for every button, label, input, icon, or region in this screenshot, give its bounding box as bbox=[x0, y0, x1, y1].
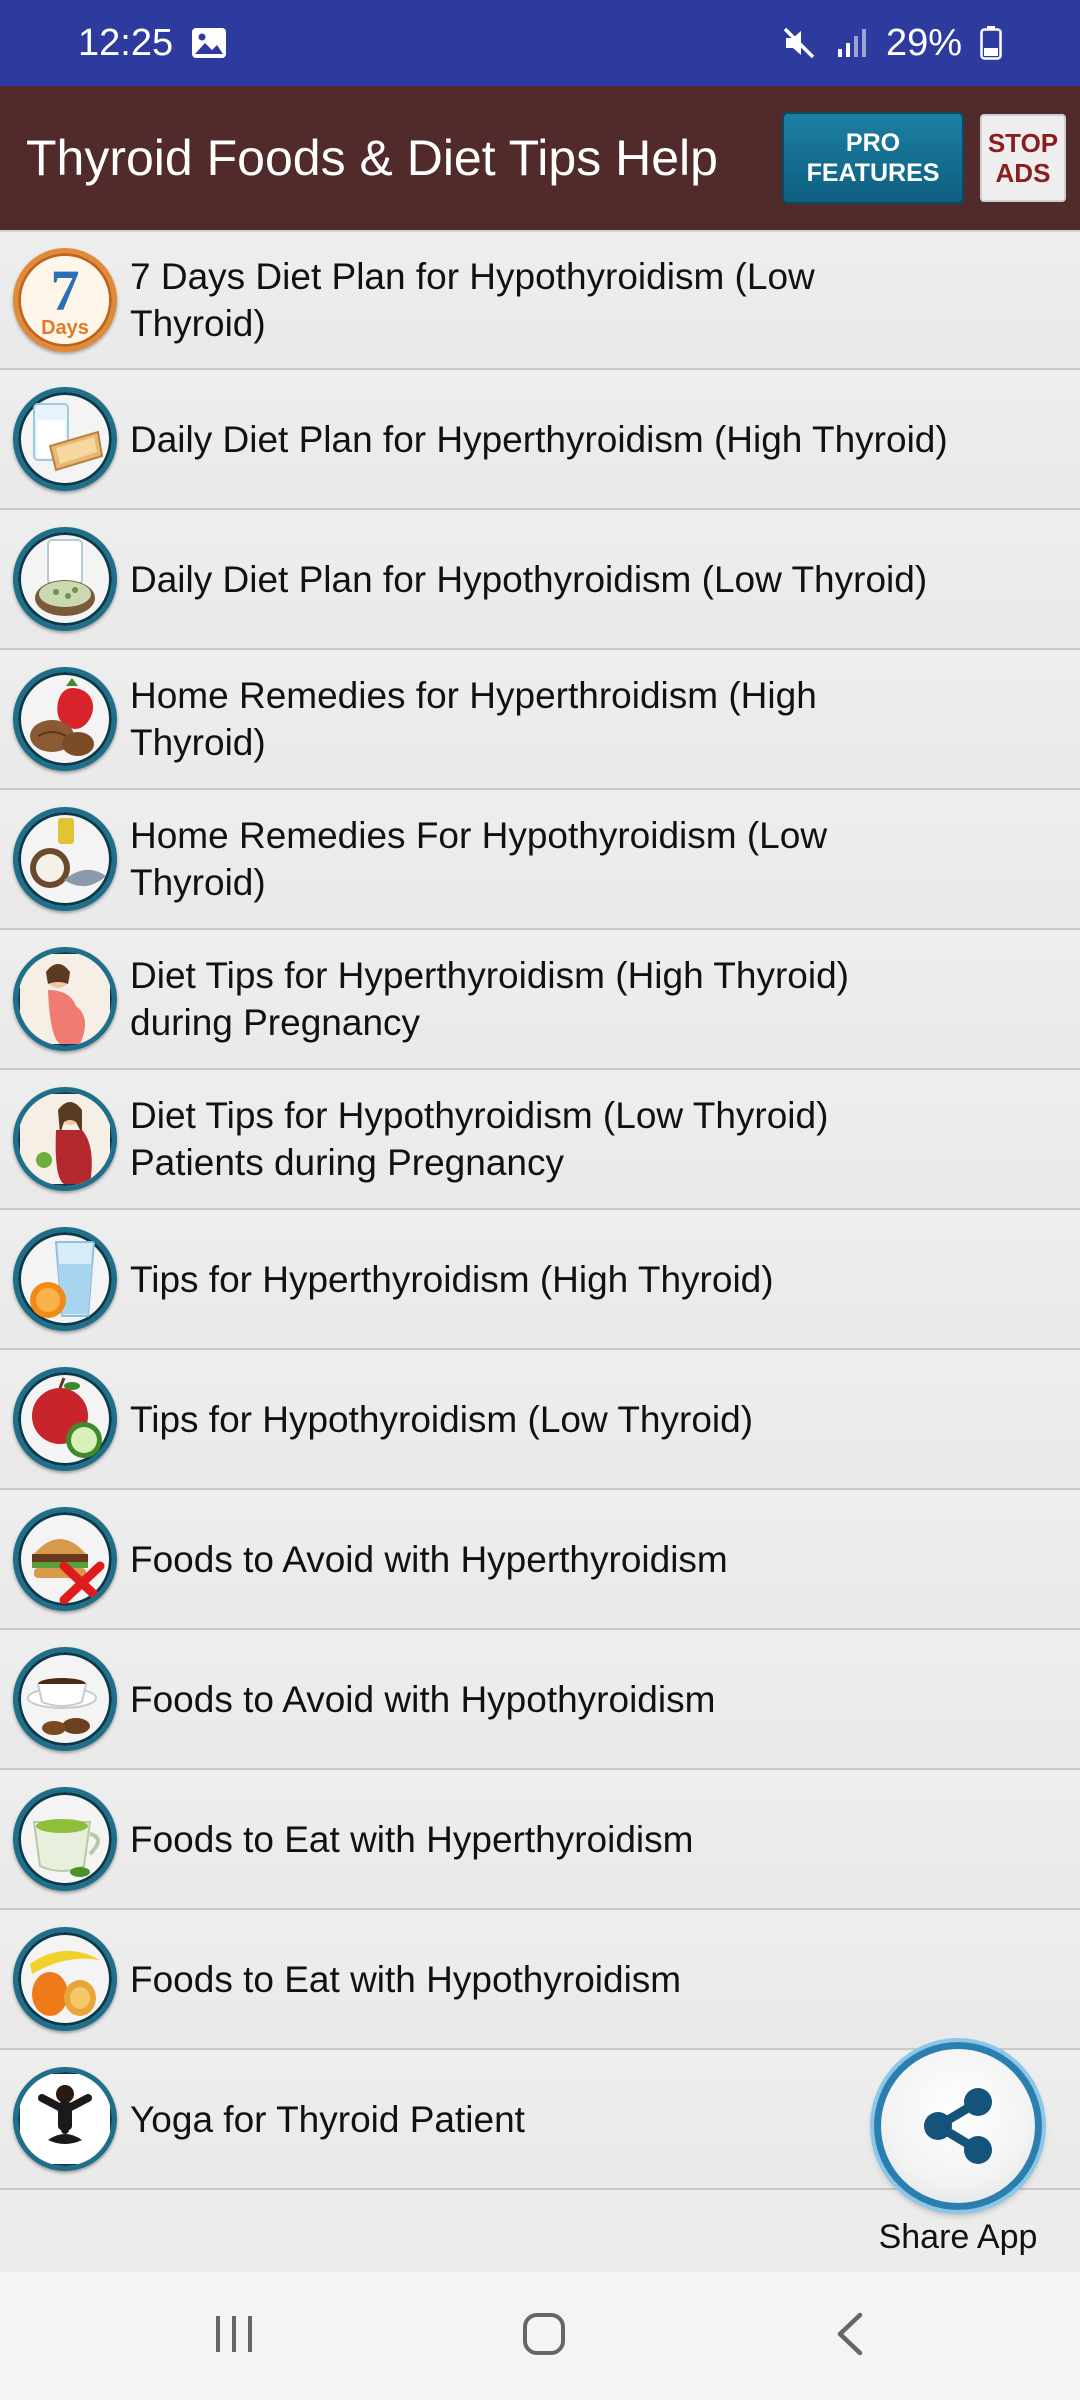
system-nav-bar bbox=[0, 2272, 1080, 2400]
status-left: 12:25 bbox=[78, 22, 227, 65]
list-item-label: Home Remedies For Hypothyroidism (Low Th… bbox=[130, 815, 828, 903]
calendar-number: 7 bbox=[51, 258, 80, 323]
coconut-oil-fish-icon bbox=[13, 807, 117, 911]
topic-list: 7 Days 7 Days Diet Plan for Hypothyroidi… bbox=[0, 230, 1080, 2190]
list-item[interactable]: Foods to Avoid with Hypothyroidism bbox=[0, 1630, 1080, 1770]
status-time: 12:25 bbox=[78, 21, 174, 64]
list-item[interactable]: Foods to Eat with Hyperthyroidism bbox=[0, 1770, 1080, 1910]
share-app-label: Share App bbox=[878, 2218, 1038, 2256]
list-item[interactable]: Tips for Hyperthyroidism (High Thyroid) bbox=[0, 1210, 1080, 1350]
strawberry-walnut-icon bbox=[13, 667, 117, 771]
list-item-label: Tips for Hyperthyroidism (High Thyroid) bbox=[130, 1258, 774, 1300]
list-item-label: Home Remedies for Hyperthroidism (High T… bbox=[130, 675, 817, 763]
status-right: 29% bbox=[782, 22, 1002, 65]
coffee-avoid-icon bbox=[13, 1647, 117, 1751]
list-item-label: Tips for Hypothyroidism (Low Thyroid) bbox=[130, 1398, 754, 1440]
list-item-label: Daily Diet Plan for Hyperthyroidism (Hig… bbox=[130, 418, 948, 460]
list-item[interactable]: Daily Diet Plan for Hypothyroidism (Low … bbox=[0, 510, 1080, 650]
apple-cucumber-icon bbox=[13, 1367, 117, 1471]
list-item-label: Diet Tips for Hyperthyroidism (High Thyr… bbox=[130, 955, 849, 1043]
list-item-label: Foods to Eat with Hypothyroidism bbox=[130, 1958, 682, 2000]
battery-icon bbox=[980, 26, 1002, 60]
list-item[interactable]: Foods to Eat with Hypothyroidism bbox=[0, 1910, 1080, 2050]
milk-seeds-icon bbox=[13, 527, 117, 631]
yoga-icon bbox=[13, 2067, 117, 2171]
list-item[interactable]: Foods to Avoid with Hyperthyroidism bbox=[0, 1490, 1080, 1630]
list-item-label: Diet Tips for Hypothyroidism (Low Thyroi… bbox=[130, 1095, 829, 1183]
battery-percent: 29% bbox=[885, 21, 962, 64]
calendar-days-text: Days bbox=[41, 317, 89, 339]
list-item-label: Foods to Avoid with Hyperthyroidism bbox=[130, 1538, 728, 1580]
mute-icon bbox=[782, 26, 818, 60]
back-icon[interactable] bbox=[832, 2311, 868, 2362]
milk-toast-icon bbox=[13, 387, 117, 491]
list-item-label: Daily Diet Plan for Hypothyroidism (Low … bbox=[130, 558, 928, 600]
water-orange-icon bbox=[13, 1227, 117, 1331]
list-item[interactable]: Home Remedies for Hyperthroidism (High T… bbox=[0, 650, 1080, 790]
green-tea-icon bbox=[13, 1787, 117, 1891]
status-bar: 12:25 29% bbox=[0, 0, 1080, 86]
stop-ads-button[interactable]: STOP ADS bbox=[980, 114, 1066, 202]
fruits-icon bbox=[13, 1927, 117, 2031]
home-icon[interactable] bbox=[521, 2311, 567, 2362]
share-app-widget: Share App bbox=[874, 2042, 1042, 2257]
pro-features-button[interactable]: PRO FEATURES bbox=[782, 112, 964, 204]
list-item[interactable]: Tips for Hypothyroidism (Low Thyroid) bbox=[0, 1350, 1080, 1490]
list-item[interactable]: Diet Tips for Hyperthyroidism (High Thyr… bbox=[0, 930, 1080, 1070]
list-item[interactable]: Home Remedies For Hypothyroidism (Low Th… bbox=[0, 790, 1080, 930]
app-bar: Thyroid Foods & Diet Tips Help PRO FEATU… bbox=[0, 86, 1080, 230]
list-item[interactable]: Diet Tips for Hypothyroidism (Low Thyroi… bbox=[0, 1070, 1080, 1210]
burger-avoid-icon bbox=[13, 1507, 117, 1611]
recents-icon[interactable] bbox=[212, 2312, 256, 2361]
list-item-label: Foods to Avoid with Hypothyroidism bbox=[130, 1678, 716, 1720]
gallery-notification-icon bbox=[191, 27, 227, 59]
signal-icon bbox=[836, 27, 868, 59]
list-item-label: Yoga for Thyroid Patient bbox=[130, 2098, 525, 2140]
share-icon bbox=[924, 2088, 992, 2164]
app-title: Thyroid Foods & Diet Tips Help bbox=[26, 130, 718, 186]
pregnant-woman-eating-icon bbox=[13, 1087, 117, 1191]
pregnant-woman-icon bbox=[13, 947, 117, 1051]
list-item[interactable]: Daily Diet Plan for Hyperthyroidism (Hig… bbox=[0, 370, 1080, 510]
list-item-label: 7 Days Diet Plan for Hypothyroidism (Low… bbox=[130, 256, 815, 344]
share-app-button[interactable] bbox=[874, 2042, 1042, 2210]
list-item[interactable]: 7 Days 7 Days Diet Plan for Hypothyroidi… bbox=[0, 230, 1080, 370]
calendar-7-days-icon: 7 Days bbox=[13, 248, 117, 352]
list-item-label: Foods to Eat with Hyperthyroidism bbox=[130, 1818, 694, 1860]
